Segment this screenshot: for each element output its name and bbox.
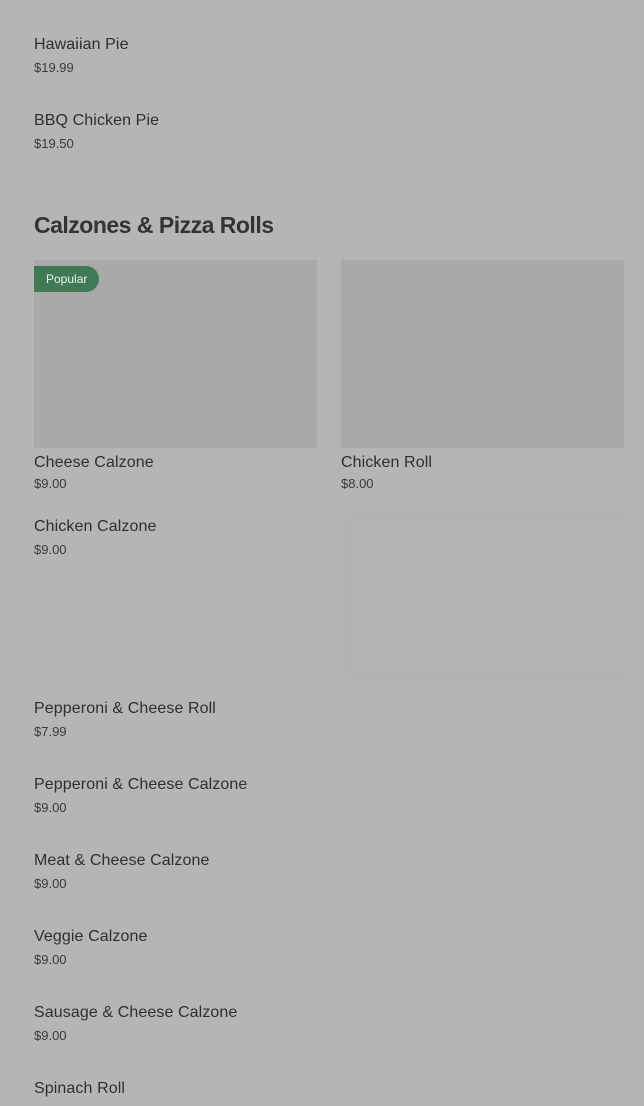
item-image-placeholder bbox=[348, 518, 624, 674]
menu-item-bbq-chicken-pie[interactable]: BBQ Chicken Pie $19.50 bbox=[34, 111, 634, 152]
item-image bbox=[341, 260, 624, 448]
menu-item-spinach-roll[interactable]: Spinach Roll bbox=[34, 1079, 634, 1099]
item-name: Chicken Roll bbox=[341, 454, 433, 471]
item-price: $9.00 bbox=[34, 476, 67, 491]
featured-card-chicken-roll[interactable]: Chicken Roll $8.00 bbox=[341, 260, 624, 492]
popular-badge: Popular bbox=[34, 266, 100, 292]
item-name: Spinach Roll bbox=[34, 1080, 126, 1097]
menu-item-meat-cheese-calzone[interactable]: Meat & Cheese Calzone $9.00 bbox=[34, 851, 634, 892]
section-title: Calzones & Pizza Rolls bbox=[34, 212, 274, 238]
item-image: Popular bbox=[34, 260, 317, 448]
item-name: Chicken Calzone bbox=[34, 518, 157, 535]
item-price: $9.00 bbox=[34, 876, 67, 891]
menu-item-chicken-calzone[interactable]: Chicken Calzone $9.00 bbox=[34, 517, 334, 558]
item-price: $7.99 bbox=[34, 724, 67, 739]
item-price: $19.50 bbox=[34, 136, 74, 151]
item-name: Sausage & Cheese Calzone bbox=[34, 1004, 238, 1021]
item-price: $8.00 bbox=[341, 476, 374, 491]
item-name: Meat & Cheese Calzone bbox=[34, 852, 210, 869]
item-name: BBQ Chicken Pie bbox=[34, 112, 160, 129]
item-name: Pepperoni & Cheese Calzone bbox=[34, 776, 248, 793]
item-price: $9.00 bbox=[34, 800, 67, 815]
menu-item-pepperoni-cheese-roll[interactable]: Pepperoni & Cheese Roll $7.99 bbox=[34, 699, 634, 740]
menu-item-hawaiian-pie[interactable]: Hawaiian Pie $19.99 bbox=[34, 35, 634, 76]
menu-item-veggie-calzone[interactable]: Veggie Calzone $9.00 bbox=[34, 927, 634, 968]
item-price: $9.00 bbox=[34, 952, 67, 967]
item-price: $19.99 bbox=[34, 60, 74, 75]
menu-item-pepperoni-cheese-calzone[interactable]: Pepperoni & Cheese Calzone $9.00 bbox=[34, 775, 634, 816]
item-price: $9.00 bbox=[34, 542, 67, 557]
item-name: Hawaiian Pie bbox=[34, 36, 129, 53]
item-name: Veggie Calzone bbox=[34, 928, 148, 945]
item-price: $9.00 bbox=[34, 1028, 67, 1043]
featured-card-cheese-calzone[interactable]: Popular Cheese Calzone $9.00 bbox=[34, 260, 317, 492]
menu-item-sausage-cheese-calzone[interactable]: Sausage & Cheese Calzone $9.00 bbox=[34, 1003, 634, 1044]
item-name: Pepperoni & Cheese Roll bbox=[34, 700, 216, 717]
item-name: Cheese Calzone bbox=[34, 454, 154, 471]
